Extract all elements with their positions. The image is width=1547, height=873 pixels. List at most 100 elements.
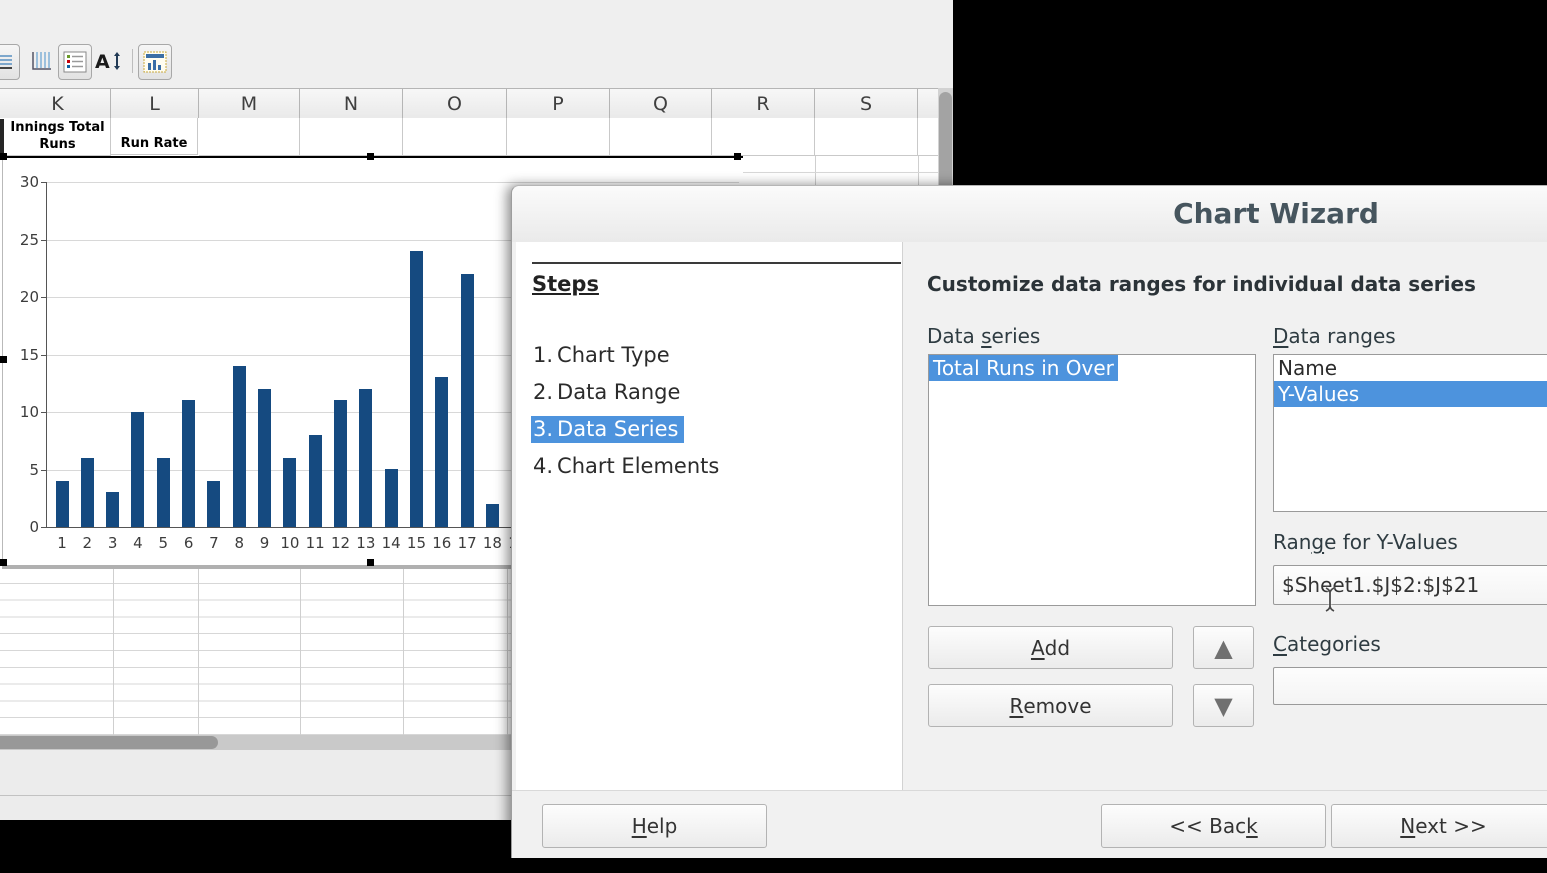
h-scrollbar-thumb[interactable] <box>0 736 218 749</box>
horizontal-grids-glyph <box>0 51 14 73</box>
gridline <box>403 567 404 735</box>
steps-panel: Steps 1.Chart Type2.Data Range3.Data Ser… <box>516 242 903 791</box>
bar-over-5 <box>157 458 170 527</box>
column-header-M[interactable]: M <box>199 89 300 119</box>
data-range-item-name[interactable]: Name <box>1274 355 1547 381</box>
data-table-icon[interactable] <box>138 44 172 80</box>
customize-heading: Customize data ranges for individual dat… <box>927 272 1476 296</box>
steps-heading: Steps <box>532 272 599 296</box>
gridline <box>198 567 199 735</box>
text-cursor-pointer <box>1323 586 1337 613</box>
down-arrow-icon: ▼ <box>1214 694 1232 718</box>
move-up-button[interactable]: ▲ <box>1193 626 1254 669</box>
data-range-item-y-values[interactable]: Y-Values <box>1274 381 1547 407</box>
x-axis-label: 8 <box>226 534 252 552</box>
ibeam-glyph <box>1323 586 1337 613</box>
gridline <box>742 172 938 173</box>
step-label: Chart Elements <box>557 454 719 478</box>
selection-handle[interactable] <box>734 153 741 160</box>
step-number: 1. <box>533 343 553 367</box>
column-header-R[interactable]: R <box>712 89 815 119</box>
chart-toolbar: A <box>0 44 953 82</box>
gridline <box>300 567 301 735</box>
gridline <box>113 567 114 735</box>
add-button[interactable]: Add <box>928 626 1173 669</box>
bar-over-18 <box>486 504 499 527</box>
column-header-K[interactable]: K <box>5 89 111 119</box>
remove-button[interactable]: Remove <box>928 684 1173 727</box>
x-axis-label: 4 <box>125 534 151 552</box>
bar-over-14 <box>385 469 398 527</box>
next-button[interactable]: Next >> <box>1331 804 1547 848</box>
legend-toggle-icon[interactable] <box>58 44 92 80</box>
row1-cell-M[interactable] <box>199 118 300 156</box>
x-axis-label: 11 <box>302 534 328 552</box>
step-number: 2. <box>533 380 553 404</box>
y-axis-line <box>46 182 47 527</box>
vertical-grids-glyph <box>31 50 53 72</box>
x-axis-label: 10 <box>277 534 303 552</box>
x-axis-label: 6 <box>176 534 202 552</box>
gridline <box>918 156 919 186</box>
step-item-chart-type[interactable]: 1.Chart Type <box>531 337 891 374</box>
row1-cell-S[interactable] <box>815 118 918 156</box>
range-for-y-values-input[interactable] <box>1273 565 1547 605</box>
row1-cell-L[interactable]: Run Rate <box>111 118 198 155</box>
x-axis-label: 5 <box>150 534 176 552</box>
x-axis-label: 13 <box>353 534 379 552</box>
row1-cell-P[interactable] <box>507 118 610 156</box>
bar-over-17 <box>461 274 474 527</box>
data-ranges-listbox[interactable]: NameY-Values <box>1273 354 1547 512</box>
help-button[interactable]: Help <box>542 804 767 848</box>
row1-cell-N[interactable] <box>300 118 403 156</box>
vertical-grids-icon[interactable] <box>26 44 58 78</box>
y-axis-label: 20 <box>7 288 39 306</box>
row1-cell-Q[interactable] <box>610 118 712 156</box>
x-axis-label: 9 <box>252 534 278 552</box>
column-header-Q[interactable]: Q <box>610 89 712 119</box>
column-header-S[interactable]: S <box>815 89 918 119</box>
move-down-button[interactable]: ▼ <box>1193 684 1254 727</box>
y-axis-label: 10 <box>7 403 39 421</box>
column-header-N[interactable]: N <box>300 89 403 119</box>
scale-text-icon[interactable]: A <box>93 44 127 78</box>
selection-handle[interactable] <box>0 356 7 363</box>
x-axis-label: 15 <box>403 534 429 552</box>
step-label: Chart Type <box>557 343 670 367</box>
selection-handle[interactable] <box>0 559 7 566</box>
data-series-label: Data series <box>927 324 1040 348</box>
bar-over-6 <box>182 400 195 527</box>
step-item-data-series[interactable]: 3.Data Series <box>531 411 891 448</box>
row1-cell-R[interactable] <box>712 118 815 156</box>
categories-input[interactable] <box>1273 667 1547 705</box>
horizontal-grids-icon[interactable] <box>0 44 20 80</box>
row1-cell-O[interactable] <box>403 118 507 156</box>
y-axis-label: 30 <box>7 173 39 191</box>
selection-handle[interactable] <box>367 559 374 566</box>
step-number: 3. <box>533 417 553 441</box>
step-item-chart-elements[interactable]: 4.Chart Elements <box>531 448 891 485</box>
legend-glyph <box>63 50 87 74</box>
y-axis-label: 25 <box>7 231 39 249</box>
column-header-L[interactable]: L <box>111 89 199 119</box>
bar-over-3 <box>106 492 119 527</box>
step-item-data-range[interactable]: 2.Data Range <box>531 374 891 411</box>
data-series-item[interactable]: Total Runs in Over <box>929 355 1118 381</box>
sheet-row-1: Innings Total RunsRun Rate <box>0 118 948 156</box>
data-series-listbox[interactable]: Total Runs in Over <box>928 354 1256 606</box>
x-axis-label: 14 <box>378 534 404 552</box>
y-gridline <box>46 182 739 183</box>
data-table-glyph <box>143 50 167 74</box>
selection-handle[interactable] <box>0 153 7 160</box>
selection-handle[interactable] <box>367 153 374 160</box>
column-header-O[interactable]: O <box>403 89 507 119</box>
bar-over-16 <box>435 377 448 527</box>
row1-cell-K[interactable]: Innings Total Runs <box>5 118 111 156</box>
x-axis-label: 1 <box>49 534 75 552</box>
back-button[interactable]: << Back <box>1101 804 1326 848</box>
x-axis-label: 3 <box>100 534 126 552</box>
column-header-P[interactable]: P <box>507 89 610 119</box>
up-arrow-icon: ▲ <box>1214 636 1232 660</box>
x-axis-label: 18 <box>479 534 505 552</box>
column-headers: KLMNOPQRS <box>0 88 948 119</box>
